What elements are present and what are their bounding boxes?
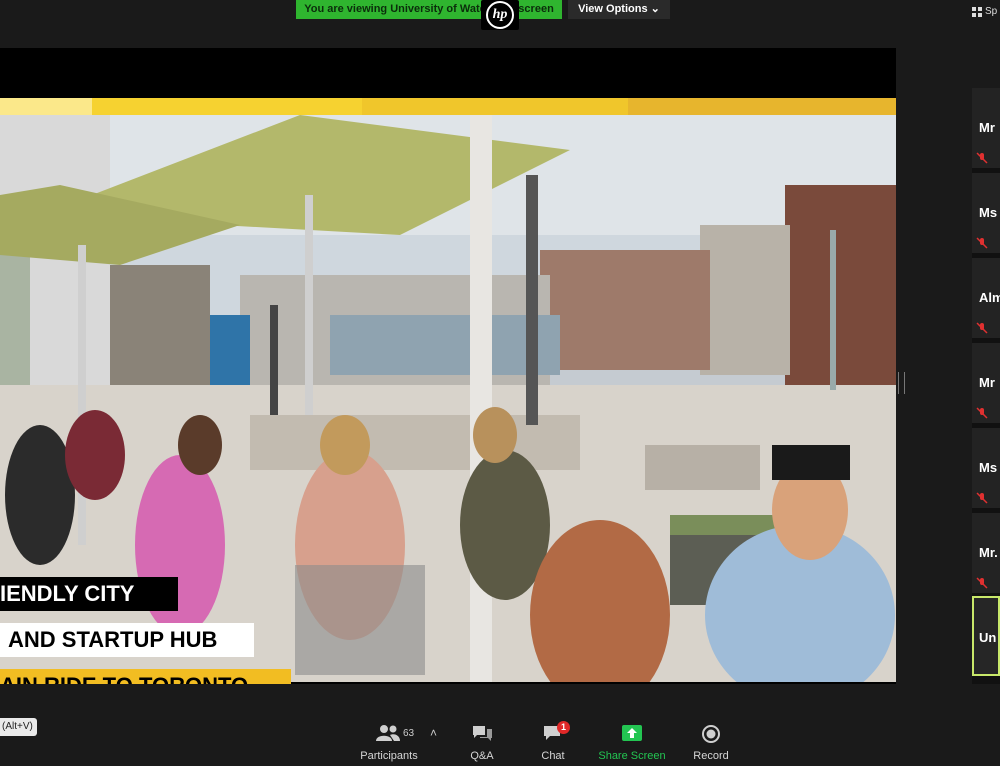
- shortcut-hint: (Alt+V): [0, 718, 37, 736]
- participant-name: Mr: [979, 120, 995, 135]
- video-panel: Mr Ms Alm Mr Ms Mr. Un: [972, 88, 1000, 684]
- record-icon: [702, 725, 720, 743]
- viewing-banner: You are viewing University of Waterloo's…: [296, 0, 562, 19]
- title-stripe-yellow: [92, 98, 362, 115]
- share-screen-label: Share Screen: [598, 750, 666, 762]
- share-screen-icon: [622, 725, 642, 741]
- hp-logo-icon: hp: [481, 0, 519, 30]
- participant-name: Alm: [979, 290, 1000, 305]
- participant-name: Ms: [979, 205, 998, 220]
- title-stripe-gold: [628, 98, 896, 115]
- shared-screen: IENDLY CITY AND STARTUP HUB AIN RIDE TO …: [0, 48, 896, 684]
- title-stripe-light: [0, 98, 92, 115]
- participant-name: Ms: [979, 460, 998, 475]
- chat-button[interactable]: 1 Chat: [532, 716, 574, 766]
- lower-third-line-3: AIN RIDE TO TORONTO: [0, 669, 291, 684]
- qa-button[interactable]: Q&A: [460, 716, 504, 766]
- mic-muted-icon: [976, 492, 988, 504]
- participants-label: Participants: [360, 750, 418, 762]
- mic-muted-icon: [976, 407, 988, 419]
- lower-third-line-2: AND STARTUP HUB: [0, 623, 254, 657]
- participant-tile-active[interactable]: Un: [972, 596, 1000, 676]
- participant-tile[interactable]: Alm: [972, 258, 1000, 338]
- title-stripe-mid: [362, 98, 628, 115]
- qa-label: Q&A: [470, 750, 494, 762]
- view-options-label: View Options: [578, 3, 648, 15]
- mic-muted-icon: [976, 577, 988, 589]
- share-screen-button[interactable]: Share Screen: [596, 716, 668, 766]
- mic-muted-icon: [976, 152, 988, 164]
- participants-count: 63: [403, 728, 415, 739]
- chevron-down-icon: ⌄: [650, 3, 660, 15]
- caret-up-icon[interactable]: ˄: [430, 726, 437, 740]
- participant-tile[interactable]: Ms: [972, 173, 1000, 253]
- mic-muted-icon: [976, 237, 988, 249]
- chat-label: Chat: [541, 750, 565, 762]
- participants-icon: [376, 725, 400, 741]
- participant-name: Mr.: [979, 545, 998, 560]
- participant-name: Un: [979, 630, 997, 645]
- record-button[interactable]: Record: [688, 716, 734, 766]
- mic-muted-icon: [976, 322, 988, 334]
- shortcut-hint-text: (Alt+V): [2, 721, 33, 732]
- grid-icon: [972, 6, 982, 17]
- view-options-button[interactable]: View Options ⌄: [568, 0, 670, 19]
- participant-tile[interactable]: Mr.: [972, 513, 1000, 593]
- speaker-view-button[interactable]: Sp: [972, 6, 997, 17]
- panel-resize-handle[interactable]: [898, 372, 905, 394]
- qa-icon: [473, 726, 492, 741]
- participants-button[interactable]: 63 Participants: [356, 716, 422, 766]
- participant-tile[interactable]: Mr: [972, 88, 1000, 168]
- participant-tile[interactable]: Mr: [972, 343, 1000, 423]
- meeting-toolbar: 63 Participants ˄ Q&A 1 Chat Share Scree…: [0, 716, 1000, 766]
- participant-tile[interactable]: Ms: [972, 428, 1000, 508]
- speaker-view-label: Sp: [985, 6, 998, 17]
- chat-badge: 1: [557, 721, 570, 734]
- lower-third-line-1: IENDLY CITY: [0, 577, 178, 611]
- participant-name: Mr: [979, 375, 995, 390]
- record-label: Record: [693, 750, 729, 762]
